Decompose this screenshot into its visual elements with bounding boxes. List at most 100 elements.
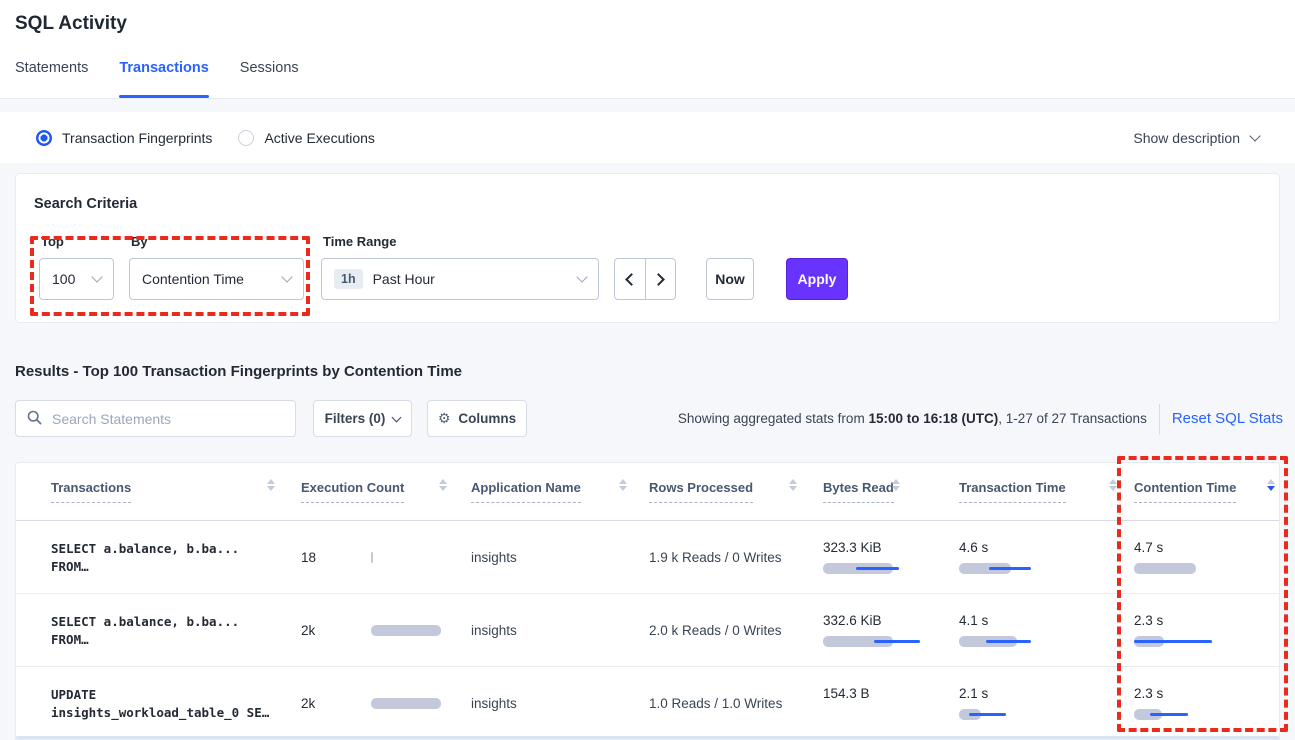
- tab-transactions[interactable]: Transactions: [119, 60, 208, 98]
- sort-icon[interactable]: [892, 479, 900, 491]
- table-row[interactable]: UPDATE insights_workload_table_0 SE… 2k …: [16, 667, 1279, 740]
- radio-option-transaction-fingerprints[interactable]: Transaction Fingerprints: [36, 130, 212, 146]
- bytes-read-cell: 154.3 B: [823, 667, 959, 739]
- sort-icon[interactable]: [439, 479, 447, 491]
- reset-sql-stats-link[interactable]: Reset SQL Stats: [1172, 410, 1283, 427]
- sort-icon[interactable]: [619, 479, 627, 491]
- transaction-time-cell: 4.1 s: [959, 594, 1134, 666]
- gear-icon: ⚙: [438, 412, 451, 426]
- time-prev-button[interactable]: [615, 259, 645, 299]
- execution-count-bar: [371, 698, 441, 709]
- chevron-down-icon: [91, 271, 102, 282]
- now-button[interactable]: Now: [706, 258, 754, 300]
- transaction-time-bar: [959, 563, 1038, 574]
- tab-statements[interactable]: Statements: [15, 60, 88, 98]
- sort-icon[interactable]: [267, 479, 275, 491]
- table-header-row: Transactions Execution Count Application…: [16, 463, 1279, 521]
- execution-count-cell: 2k: [301, 594, 471, 666]
- apply-button[interactable]: Apply: [786, 258, 848, 300]
- divider: [1159, 404, 1160, 434]
- execution-count-cell: 18: [301, 521, 471, 593]
- chevron-down-icon: [392, 412, 402, 422]
- column-header-rows-processed[interactable]: Rows Processed: [649, 463, 823, 520]
- radio-label: Active Executions: [264, 130, 375, 146]
- radio-active-executions-icon[interactable]: [238, 130, 254, 146]
- sort-icon[interactable]: [1109, 479, 1117, 491]
- sort-icon[interactable]: [1267, 479, 1275, 491]
- application-name-cell: insights: [471, 667, 649, 739]
- contention-time-bar: [1134, 636, 1213, 647]
- tab-sessions[interactable]: Sessions: [240, 60, 299, 98]
- stats-summary: Showing aggregated stats from 15:00 to 1…: [678, 400, 1283, 437]
- transaction-time-bar: [959, 636, 1038, 647]
- time-range-label: Time Range: [323, 234, 396, 249]
- search-criteria-heading: Search Criteria: [34, 196, 137, 212]
- top-select[interactable]: 100: [39, 258, 114, 300]
- application-name-cell: insights: [471, 521, 649, 593]
- columns-button[interactable]: ⚙ Columns: [427, 400, 527, 437]
- sql-text-line1: UPDATE: [51, 687, 96, 702]
- transaction-fingerprint-link[interactable]: SELECT a.balance, b.ba... FROM…: [51, 594, 301, 666]
- top-label: Top: [41, 234, 64, 249]
- contention-time-cell: 2.3 s: [1134, 594, 1281, 666]
- tab-bar: Statements Transactions Sessions: [15, 60, 299, 98]
- page-header: SQL Activity Statements Transactions Ses…: [0, 0, 1295, 99]
- sort-icon[interactable]: [789, 479, 797, 491]
- execution-count-cell: 2k: [301, 667, 471, 739]
- application-name-cell: insights: [471, 594, 649, 666]
- time-next-button[interactable]: [645, 259, 676, 299]
- filters-button-label: Filters (0): [325, 411, 386, 426]
- table-row[interactable]: SELECT a.balance, b.ba... FROM… 18 insig…: [16, 521, 1279, 594]
- table-row[interactable]: SELECT a.balance, b.ba... FROM… 2k insig…: [16, 594, 1279, 667]
- sql-text-line2: FROM…: [51, 559, 89, 574]
- radio-label: Transaction Fingerprints: [62, 130, 212, 146]
- bytes-read-cell: 332.6 KiB: [823, 594, 959, 666]
- sql-text-line1: SELECT a.balance, b.ba...: [51, 614, 239, 629]
- column-header-transaction-time[interactable]: Transaction Time: [959, 463, 1134, 520]
- transaction-fingerprint-link[interactable]: UPDATE insights_workload_table_0 SE…: [51, 667, 301, 739]
- time-range-select[interactable]: 1h Past Hour: [321, 258, 599, 300]
- contention-time-bar: [1134, 709, 1213, 720]
- sql-text-line2: insights_workload_table_0 SE…: [51, 705, 269, 720]
- radio-option-active-executions[interactable]: Active Executions: [238, 130, 375, 146]
- time-pager: [614, 258, 676, 300]
- bytes-read-cell: 323.3 KiB: [823, 521, 959, 593]
- sql-text-line1: SELECT a.balance, b.ba...: [51, 541, 239, 556]
- chevron-left-icon: [625, 273, 638, 286]
- filters-button[interactable]: Filters (0): [313, 400, 412, 437]
- contention-time-bar: [1134, 563, 1213, 574]
- column-header-execution-count[interactable]: Execution Count: [301, 463, 471, 520]
- rows-processed-cell: 1.0 Reads / 1.0 Writes: [649, 667, 823, 739]
- chevron-down-icon: [1249, 130, 1260, 141]
- chevron-down-icon: [576, 271, 587, 282]
- contention-time-cell: 2.3 s: [1134, 667, 1281, 739]
- horizontal-scrollbar[interactable]: [16, 736, 1279, 739]
- columns-button-label: Columns: [458, 411, 516, 426]
- chevron-down-icon: [281, 271, 292, 282]
- search-box: [15, 400, 296, 437]
- by-label: By: [131, 234, 148, 249]
- column-header-application-name[interactable]: Application Name: [471, 463, 649, 520]
- search-icon: [27, 410, 42, 425]
- top-select-value: 100: [52, 271, 75, 287]
- sql-text-line2: FROM…: [51, 632, 89, 647]
- chevron-right-icon: [652, 273, 665, 286]
- time-range-badge: 1h: [334, 269, 363, 289]
- column-header-transactions[interactable]: Transactions: [51, 463, 301, 520]
- by-select[interactable]: Contention Time: [129, 258, 304, 300]
- search-input[interactable]: [15, 400, 296, 437]
- execution-count-bar: [371, 625, 441, 636]
- results-heading: Results - Top 100 Transaction Fingerprin…: [15, 363, 462, 380]
- column-header-bytes-read[interactable]: Bytes Read: [823, 463, 959, 520]
- show-description-toggle[interactable]: Show description: [1133, 130, 1259, 146]
- transaction-fingerprint-link[interactable]: SELECT a.balance, b.ba... FROM…: [51, 521, 301, 593]
- sql-activity-page: SQL Activity Statements Transactions Ses…: [0, 0, 1295, 740]
- transaction-time-cell: 2.1 s: [959, 667, 1134, 739]
- page-title: SQL Activity: [15, 13, 127, 35]
- column-header-contention-time[interactable]: Contention Time: [1134, 463, 1281, 520]
- radio-transaction-fingerprints-icon[interactable]: [36, 130, 52, 146]
- show-description-label: Show description: [1133, 130, 1240, 146]
- time-range-value: Past Hour: [373, 271, 435, 287]
- stats-text: Showing aggregated stats from 15:00 to 1…: [678, 411, 1147, 426]
- transaction-time-bar: [959, 709, 1038, 720]
